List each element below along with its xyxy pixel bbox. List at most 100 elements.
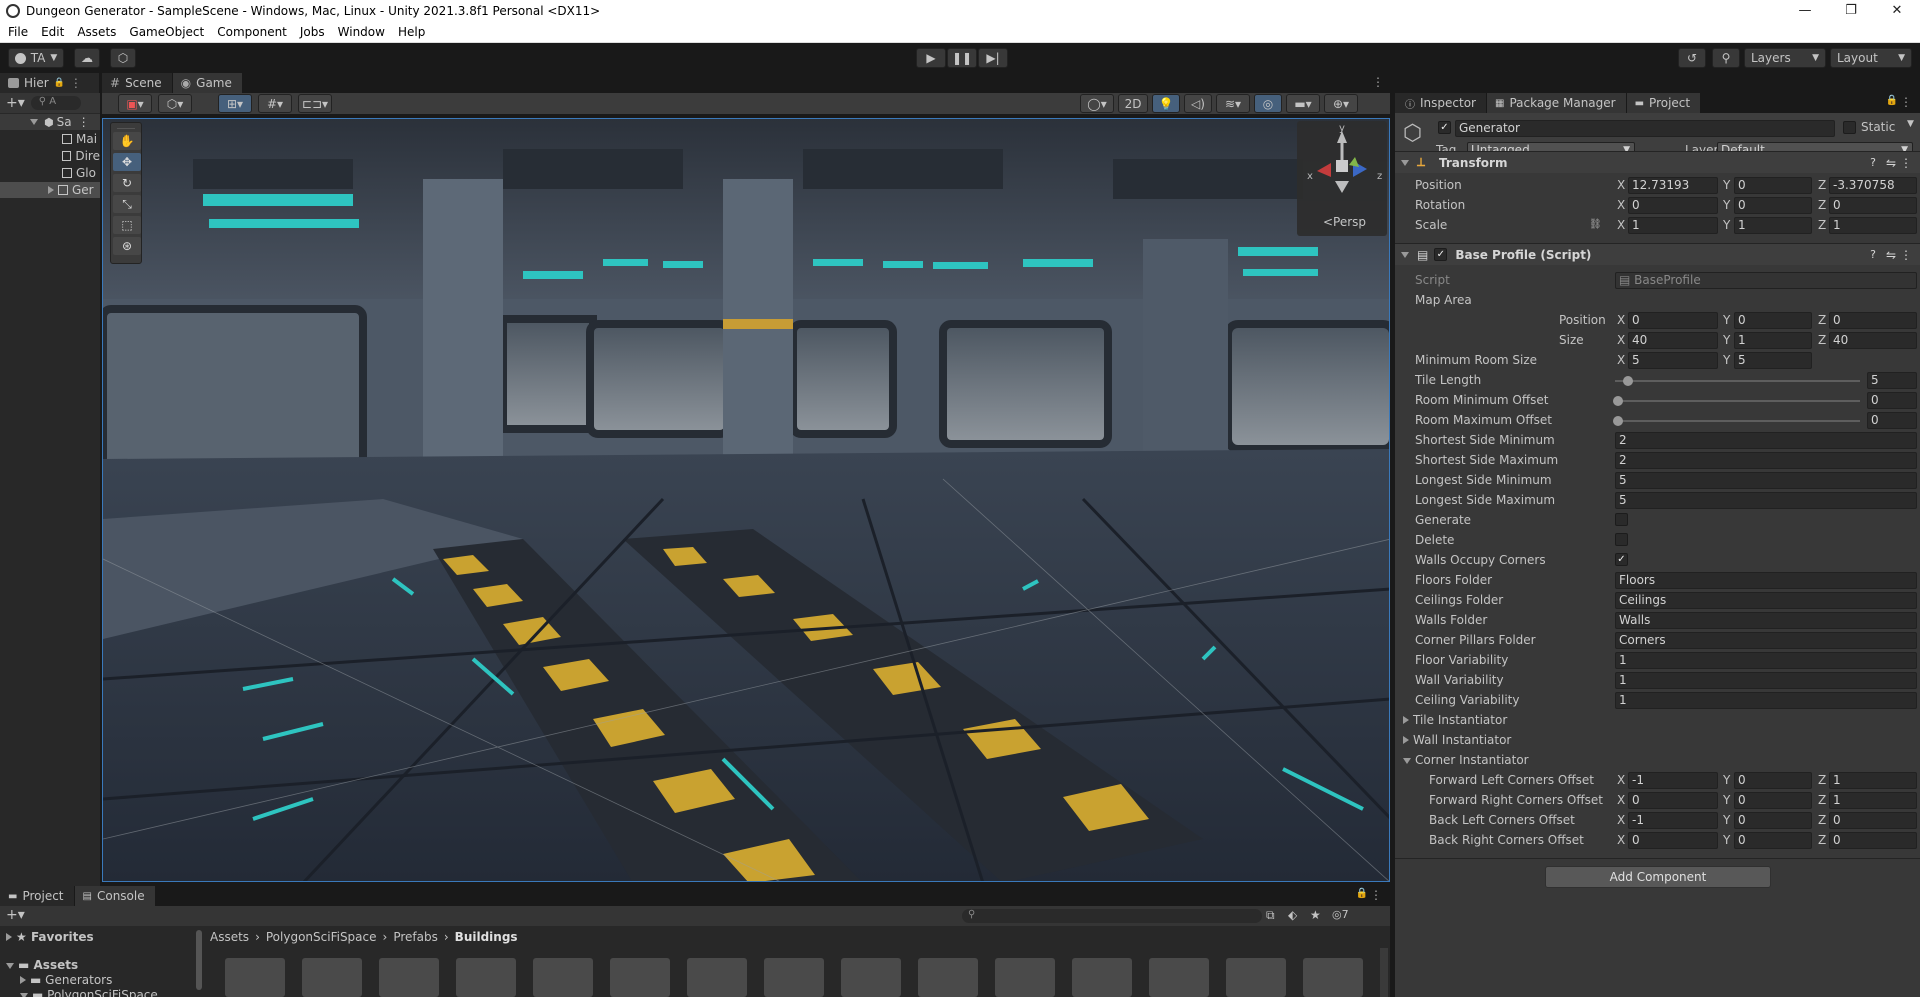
active-checkbox[interactable]: ✓ (1438, 121, 1451, 134)
add-icon[interactable]: +▾ (6, 95, 25, 111)
increment-snap[interactable]: ⊏⊐ ▾ (298, 94, 332, 113)
scene-row[interactable]: ⬢ Sa ⋮ (0, 114, 100, 130)
breadcrumb-item[interactable]: PolygonSciFiSpace (266, 930, 377, 944)
br-corner-z-field[interactable]: 0 (1829, 832, 1917, 849)
asset-thumbnail[interactable] (1072, 958, 1132, 997)
constrain-proportions-icon[interactable]: ⛓ (1589, 219, 1602, 230)
breadcrumb-item[interactable]: Prefabs (393, 930, 438, 944)
tab-scene[interactable]: # Scene (102, 73, 173, 93)
visibility-toggle[interactable]: ◎ (1254, 94, 1282, 113)
corner-pillars-folder-field[interactable]: Corners (1615, 632, 1917, 649)
asset-thumbnail[interactable] (379, 958, 439, 997)
folder-item[interactable]: ▬ Generators (20, 973, 112, 987)
shortest-side-min-field[interactable]: 2 (1615, 432, 1917, 449)
fl-corner-x-field[interactable]: -1 (1628, 772, 1718, 789)
play-button[interactable]: ▶ (916, 48, 946, 68)
map-size-x-field[interactable]: 40 (1628, 332, 1718, 349)
collapse-arrow-icon[interactable] (1401, 251, 1409, 258)
tile-length-slider-track[interactable] (1615, 380, 1860, 382)
preset-icon[interactable]: ⇋ (1886, 248, 1896, 262)
transform-header[interactable]: ⟂ Transform ? ⇋ ⋮ (1395, 151, 1920, 173)
expand-arrow-icon[interactable] (30, 119, 38, 125)
audio-toggle[interactable]: ◁) (1184, 94, 1212, 113)
map-position-z-field[interactable]: 0 (1829, 312, 1917, 329)
bl-corner-z-field[interactable]: 0 (1829, 812, 1917, 829)
tab-package-manager[interactable]: ▦ Package Manager (1486, 93, 1627, 113)
pause-button[interactable]: ❚❚ (947, 48, 977, 68)
wall-variability-field[interactable]: 1 (1615, 672, 1917, 689)
cloud-button[interactable]: ☁ (74, 48, 100, 68)
hierarchy-item-selected[interactable]: Ger (0, 182, 100, 198)
assets-scrollbar[interactable] (1380, 948, 1388, 997)
min-room-y-field[interactable]: 5 (1734, 352, 1812, 369)
rotation-y-field[interactable]: 0 (1734, 197, 1812, 214)
assets-foldout[interactable]: ▬ Assets (6, 958, 78, 972)
account-dropdown[interactable]: TA ▼ (8, 48, 64, 68)
room-min-offset-slider-knob[interactable] (1613, 396, 1623, 406)
walls-folder-field[interactable]: Walls (1615, 612, 1917, 629)
favorites-foldout[interactable]: ★ Favorites (6, 930, 94, 944)
history-button[interactable]: ↺ (1678, 48, 1706, 68)
bl-corner-x-field[interactable]: -1 (1628, 812, 1718, 829)
component-enabled-checkbox[interactable]: ✓ (1434, 248, 1448, 261)
generate-checkbox[interactable] (1615, 513, 1628, 526)
tile-length-slider-knob[interactable] (1623, 376, 1633, 386)
room-min-offset-slider-track[interactable] (1615, 400, 1860, 402)
draw-mode-dropdown[interactable]: ▣ ▾ (118, 94, 152, 113)
asset-thumbnail[interactable] (456, 958, 516, 997)
rotation-z-field[interactable]: 0 (1829, 197, 1917, 214)
orientation-dropdown[interactable]: ◯ ▾ (1080, 94, 1114, 113)
hand-tool-button[interactable]: ✋ (113, 132, 141, 150)
fr-corner-y-field[interactable]: 0 (1734, 792, 1812, 809)
menu-window[interactable]: Window (330, 25, 390, 39)
fr-corner-x-field[interactable]: 0 (1628, 792, 1718, 809)
scale-z-field[interactable]: 1 (1829, 217, 1917, 234)
scale-x-field[interactable]: 1 (1628, 217, 1718, 234)
menu-assets[interactable]: Assets (69, 25, 121, 39)
asset-thumbnail[interactable] (687, 958, 747, 997)
shortest-side-max-field[interactable]: 2 (1615, 452, 1917, 469)
map-position-y-field[interactable]: 0 (1734, 312, 1812, 329)
menu-jobs[interactable]: Jobs (292, 25, 330, 39)
base-profile-header[interactable]: ▤ ✓ Base Profile (Script) ? ⇋ ⋮ (1395, 243, 1920, 265)
menu-gameobject[interactable]: GameObject (121, 25, 209, 39)
collapse-arrow-icon[interactable] (1401, 159, 1409, 166)
project-search-input[interactable]: ⚲ (962, 909, 1262, 923)
snap-toggle[interactable]: ⊞ ▾ (218, 94, 252, 113)
hidden-packages-toggle[interactable]: ◎7 (1332, 908, 1349, 921)
bl-corner-y-field[interactable]: 0 (1734, 812, 1812, 829)
asset-thumbnail[interactable] (995, 958, 1055, 997)
br-corner-y-field[interactable]: 0 (1734, 832, 1812, 849)
help-icon[interactable]: ? (1870, 156, 1876, 169)
more-icon[interactable]: ⋮ (1372, 75, 1384, 89)
tab-game[interactable]: ◉ Game (172, 73, 243, 93)
folder-item[interactable]: ▬ PolygonSciFiSpace (20, 988, 158, 997)
position-x-field[interactable]: 12.73193 (1628, 177, 1718, 194)
hierarchy-search-input[interactable]: ⚲ A (30, 96, 81, 110)
rect-tool-button[interactable]: ⬚ (113, 216, 141, 234)
scale-tool-button[interactable]: ⤡ (113, 195, 141, 213)
rotation-x-field[interactable]: 0 (1628, 197, 1718, 214)
more-icon[interactable]: ⋮ (70, 76, 82, 90)
floors-folder-field[interactable]: Floors (1615, 572, 1917, 589)
walls-occupy-corners-checkbox[interactable]: ✓ (1615, 553, 1628, 566)
delete-checkbox[interactable] (1615, 533, 1628, 546)
collab-button[interactable]: ⬡ (110, 48, 136, 68)
tree-scrollbar[interactable] (196, 930, 202, 990)
fl-corner-z-field[interactable]: 1 (1829, 772, 1917, 789)
map-position-x-field[interactable]: 0 (1628, 312, 1718, 329)
maximize-button[interactable]: ❐ (1828, 0, 1874, 22)
more-icon[interactable]: ⋮ (1900, 95, 1912, 109)
filter-label-icon[interactable]: ⬖ (1288, 908, 1297, 922)
tab-console[interactable]: ▤ Console (74, 886, 156, 906)
static-checkbox[interactable] (1843, 121, 1856, 134)
projection-label[interactable]: <Persp (1323, 215, 1366, 229)
tile-length-field[interactable]: 5 (1867, 372, 1917, 389)
asset-thumbnail[interactable] (533, 958, 593, 997)
breadcrumb-item[interactable]: Assets (210, 930, 249, 944)
more-icon[interactable]: ⋮ (1370, 888, 1382, 902)
br-corner-x-field[interactable]: 0 (1628, 832, 1718, 849)
position-z-field[interactable]: -3.370758 (1829, 177, 1917, 194)
preset-icon[interactable]: ⇋ (1886, 156, 1896, 170)
asset-thumbnail[interactable] (764, 958, 824, 997)
